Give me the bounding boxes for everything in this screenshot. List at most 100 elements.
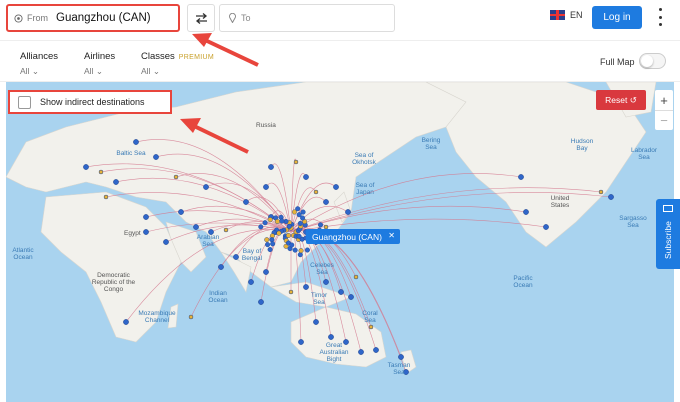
full-map-toggle[interactable] bbox=[639, 53, 666, 69]
destination-dot[interactable] bbox=[298, 339, 304, 345]
destination-dot[interactable] bbox=[203, 184, 209, 190]
destination-dot[interactable] bbox=[598, 189, 604, 195]
destination-dot[interactable] bbox=[345, 209, 351, 215]
language-selector[interactable]: EN bbox=[550, 10, 583, 20]
indirect-destinations-option[interactable]: Show indirect destinations bbox=[8, 90, 172, 114]
destination-dot[interactable] bbox=[258, 299, 264, 305]
destination-dot[interactable] bbox=[218, 264, 224, 270]
reset-label: Reset bbox=[605, 95, 628, 105]
destination-dot[interactable] bbox=[523, 209, 529, 215]
map-label-arabian-sea: Arabian Sea bbox=[196, 234, 220, 248]
subscribe-label: Subscribe bbox=[663, 221, 673, 259]
destination-dot[interactable] bbox=[270, 241, 276, 247]
destination-dot[interactable] bbox=[248, 279, 254, 285]
destination-dot[interactable] bbox=[264, 237, 270, 243]
destination-dot[interactable] bbox=[543, 224, 549, 230]
filter-alliances[interactable]: Alliances All ⌄ bbox=[20, 51, 58, 77]
destination-dot[interactable] bbox=[83, 164, 89, 170]
destination-dot[interactable] bbox=[358, 349, 364, 355]
subscribe-tab[interactable]: Subscribe bbox=[656, 199, 680, 269]
destination-dot[interactable] bbox=[269, 237, 275, 243]
location-pin-icon bbox=[229, 13, 236, 23]
destination-dot[interactable] bbox=[368, 324, 374, 330]
destination-dot[interactable] bbox=[293, 159, 299, 165]
destination-dot[interactable] bbox=[300, 209, 306, 215]
login-button[interactable]: Log in bbox=[592, 6, 642, 29]
destination-dot[interactable] bbox=[268, 164, 274, 170]
destination-dot[interactable] bbox=[296, 233, 302, 239]
indirect-checkbox[interactable] bbox=[18, 95, 31, 109]
uk-flag-icon bbox=[550, 10, 565, 20]
zoom-in-button[interactable]: + bbox=[655, 90, 673, 110]
destination-dot[interactable] bbox=[373, 347, 379, 353]
destination-dot[interactable] bbox=[267, 247, 273, 253]
destination-dot[interactable] bbox=[353, 274, 359, 280]
destination-dot[interactable] bbox=[518, 174, 524, 180]
destination-dot[interactable] bbox=[323, 279, 329, 285]
destination-dot[interactable] bbox=[333, 184, 339, 190]
destination-dot[interactable] bbox=[289, 242, 295, 248]
destination-dot[interactable] bbox=[292, 247, 298, 253]
destination-dot[interactable] bbox=[123, 319, 129, 325]
destination-dot[interactable] bbox=[303, 284, 309, 290]
destination-dot[interactable] bbox=[113, 179, 119, 185]
destination-dot[interactable] bbox=[188, 314, 194, 320]
destination-dot[interactable] bbox=[297, 252, 303, 258]
top-bar: From Guangzhou (CAN) To EN Log in bbox=[0, 0, 680, 40]
zoom-out-button[interactable]: − bbox=[655, 110, 673, 130]
destination-dot[interactable] bbox=[153, 154, 159, 160]
destination-dot[interactable] bbox=[291, 209, 297, 215]
destination-dot[interactable] bbox=[143, 229, 149, 235]
destination-dot[interactable] bbox=[267, 217, 273, 223]
destination-dot[interactable] bbox=[98, 169, 104, 175]
filter-airlines[interactable]: Airlines All ⌄ bbox=[84, 51, 115, 77]
destination-dot[interactable] bbox=[298, 248, 304, 254]
destination-dot[interactable] bbox=[348, 294, 354, 300]
map-label-pacific: Pacific Ocean bbox=[513, 275, 533, 289]
map-label-sargasso-sea: Sargasso Sea bbox=[619, 215, 647, 229]
filter-classes-title: Classes bbox=[141, 51, 175, 62]
destination-dot[interactable] bbox=[323, 199, 329, 205]
destination-dot[interactable] bbox=[133, 139, 139, 145]
destination-dot[interactable] bbox=[243, 199, 249, 205]
to-field[interactable]: To bbox=[219, 4, 395, 32]
swap-button[interactable] bbox=[187, 4, 215, 32]
destination-dot[interactable] bbox=[296, 212, 302, 218]
destination-dot[interactable] bbox=[143, 214, 149, 220]
destination-dot[interactable] bbox=[288, 289, 294, 295]
destination-dot[interactable] bbox=[276, 230, 282, 236]
destination-dot[interactable] bbox=[193, 224, 199, 230]
map-label-hudson-bay: Hudson Bay bbox=[570, 138, 594, 152]
destination-dot[interactable] bbox=[178, 209, 184, 215]
destination-dot[interactable] bbox=[263, 269, 269, 275]
destination-dot[interactable] bbox=[285, 232, 291, 238]
destination-dot[interactable] bbox=[258, 224, 264, 230]
destination-dot[interactable] bbox=[279, 218, 285, 224]
destination-dot[interactable] bbox=[103, 194, 109, 200]
destination-dot[interactable] bbox=[303, 174, 309, 180]
destination-dot[interactable] bbox=[265, 242, 271, 248]
destination-dot[interactable] bbox=[304, 247, 310, 253]
destination-dot[interactable] bbox=[313, 319, 319, 325]
close-icon[interactable]: ✕ bbox=[388, 231, 395, 240]
destination-dot[interactable] bbox=[608, 194, 614, 200]
destination-dot[interactable] bbox=[283, 218, 289, 224]
destination-dot[interactable] bbox=[223, 227, 229, 233]
destination-dot[interactable] bbox=[274, 219, 280, 225]
destination-dot[interactable] bbox=[163, 239, 169, 245]
reset-button[interactable]: Reset ↺ bbox=[596, 90, 646, 110]
filter-classes[interactable]: Classes PREMIUM All ⌄ bbox=[141, 51, 214, 77]
destination-dot[interactable] bbox=[318, 222, 324, 228]
destination-dot[interactable] bbox=[286, 223, 292, 229]
destination-dot[interactable] bbox=[297, 220, 303, 226]
destination-dot[interactable] bbox=[173, 174, 179, 180]
destination-dot[interactable] bbox=[338, 289, 344, 295]
destination-dot[interactable] bbox=[262, 220, 268, 226]
destination-dot[interactable] bbox=[263, 184, 269, 190]
destination-dot[interactable] bbox=[398, 354, 404, 360]
from-field[interactable]: From Guangzhou (CAN) bbox=[6, 4, 180, 32]
more-menu-icon[interactable] bbox=[656, 8, 664, 26]
premium-badge: PREMIUM bbox=[178, 54, 214, 61]
destination-dot[interactable] bbox=[313, 189, 319, 195]
destination-dot[interactable] bbox=[328, 334, 334, 340]
